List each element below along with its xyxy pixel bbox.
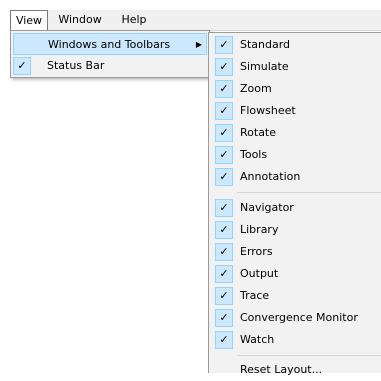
check-icon: ✓ (215, 168, 233, 186)
menu-separator (237, 192, 381, 193)
menu-item-simulate[interactable]: ✓ Simulate (211, 56, 381, 78)
menu-item-label: Navigator (240, 201, 294, 214)
submenu-arrow-icon: ▶ (195, 40, 202, 49)
menu-item-label: Convergence Monitor (240, 311, 358, 324)
menu-item-label: Simulate (240, 60, 289, 73)
menu-item-label: Windows and Toolbars (48, 38, 171, 51)
menu-view[interactable]: View (10, 10, 48, 30)
menu-help[interactable]: Help (113, 10, 155, 30)
check-icon: ✓ (215, 36, 233, 54)
check-icon: ✓ (215, 243, 233, 261)
menu-item-convergence-monitor[interactable]: ✓ Convergence Monitor (211, 307, 381, 329)
menu-item-rotate[interactable]: ✓ Rotate (211, 122, 381, 144)
check-icon: ✓ (215, 309, 233, 327)
check-icon: ✓ (215, 58, 233, 76)
check-icon: ✓ (215, 102, 233, 120)
menu-separator (237, 355, 381, 356)
menu-bar: View Window Help (10, 10, 381, 31)
menu-item-trace[interactable]: ✓ Trace (211, 285, 381, 307)
menu-item-label: Zoom (240, 82, 272, 95)
check-icon: ✓ (215, 331, 233, 349)
check-icon: ✓ (215, 146, 233, 164)
menu-item-label: Output (240, 267, 279, 280)
menu-window[interactable]: Window (50, 10, 110, 30)
menu-item-label: Annotation (240, 170, 301, 183)
menu-item-windows-and-toolbars[interactable]: Windows and Toolbars ▶ (13, 33, 207, 55)
check-icon: ✓ (215, 124, 233, 142)
check-icon: ✓ (13, 57, 31, 75)
check-icon: ✓ (215, 221, 233, 239)
menu-item-library[interactable]: ✓ Library (211, 219, 381, 241)
menu-item-flowsheet[interactable]: ✓ Flowsheet (211, 100, 381, 122)
menu-item-label: Status Bar (47, 59, 105, 72)
menu-item-annotation[interactable]: ✓ Annotation (211, 166, 381, 188)
menu-item-label: Library (240, 223, 279, 236)
check-icon: ✓ (215, 265, 233, 283)
menu-item-status-bar[interactable]: ✓ Status Bar (13, 55, 207, 77)
windows-toolbars-submenu: ✓ Standard ✓ Simulate ✓ Zoom ✓ Flowsheet… (208, 32, 381, 376)
menu-item-tools[interactable]: ✓ Tools (211, 144, 381, 166)
menu-item-label: Reset Layout... (240, 363, 323, 376)
menu-item-label: Tools (240, 148, 268, 161)
menu-item-watch[interactable]: ✓ Watch (211, 329, 381, 351)
menu-item-label: Rotate (240, 126, 277, 139)
menu-item-zoom[interactable]: ✓ Zoom (211, 78, 381, 100)
menu-item-reset-layout[interactable]: Reset Layout... (211, 359, 381, 381)
menu-item-navigator[interactable]: ✓ Navigator (211, 197, 381, 219)
menu-item-output[interactable]: ✓ Output (211, 263, 381, 285)
menu-item-label: Flowsheet (240, 104, 296, 117)
menu-item-label: Errors (240, 245, 273, 258)
check-icon: ✓ (215, 80, 233, 98)
view-menu-dropdown: Windows and Toolbars ▶ ✓ Status Bar (10, 30, 210, 78)
menu-item-standard[interactable]: ✓ Standard (211, 34, 381, 56)
menu-item-label: Watch (240, 333, 275, 346)
menu-item-errors[interactable]: ✓ Errors (211, 241, 381, 263)
check-icon: ✓ (215, 287, 233, 305)
menu-item-label: Trace (240, 289, 270, 302)
check-icon: ✓ (215, 199, 233, 217)
menu-item-label: Standard (240, 38, 291, 51)
